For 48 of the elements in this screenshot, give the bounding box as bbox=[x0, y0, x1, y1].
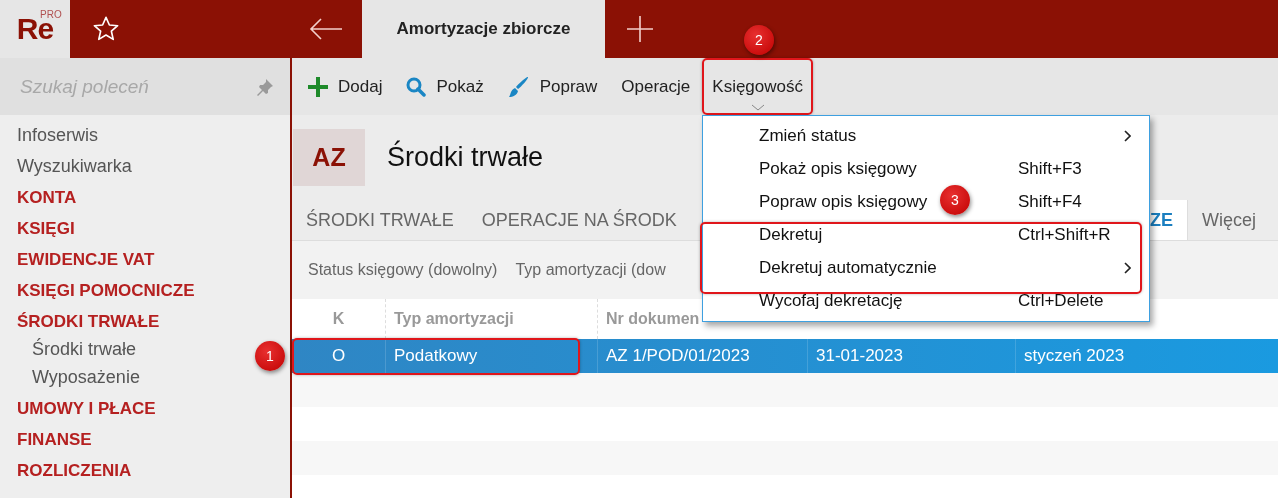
sidebar-section[interactable]: KONTA bbox=[17, 182, 77, 213]
shortcut-label: Shift+F4 bbox=[1018, 191, 1082, 212]
back-arrow-icon bbox=[309, 18, 343, 40]
pro-label: PRO bbox=[40, 9, 62, 20]
sidebar-item[interactable]: Środki trwałe bbox=[17, 334, 137, 365]
filter-chip[interactable]: Status księgowy (dowolny) bbox=[308, 261, 498, 279]
sidebar-item[interactable]: Infoserwis bbox=[17, 120, 99, 151]
sidebar-item[interactable]: Wyszukiwarka bbox=[17, 151, 132, 182]
sidebar-section[interactable]: KSIĘGI POMOCNICZE bbox=[17, 275, 195, 306]
sidebar-section[interactable]: ROZLICZENIA bbox=[17, 455, 132, 486]
star-icon[interactable] bbox=[92, 15, 120, 43]
menu-item[interactable]: Popraw opis księgowy bbox=[759, 191, 928, 212]
document-tab[interactable]: Amortyzacje zbiorcze bbox=[362, 0, 605, 58]
filter-chip[interactable]: Typ amortyzacji (dow bbox=[515, 261, 666, 279]
sidebar-section[interactable]: FINANSE bbox=[17, 424, 92, 455]
section-tab[interactable]: Więcej bbox=[1188, 200, 1270, 240]
chevron-icon bbox=[750, 104, 765, 111]
table-row[interactable]: O Podatkowy AZ 1/POD/01/2023 31-01-2023 styczeń 2023 bbox=[292, 339, 1278, 373]
toolbar-button[interactable]: Dodaj bbox=[296, 58, 395, 115]
shortcut-label: Ctrl+Shift+R bbox=[1018, 224, 1111, 245]
column-header[interactable]: K bbox=[292, 299, 385, 339]
shortcut-label: Shift+F3 bbox=[1018, 158, 1082, 179]
command-search-field[interactable]: Szukaj poleceń bbox=[18, 74, 242, 99]
plus-icon bbox=[627, 16, 653, 42]
table-cell-text: O bbox=[330, 345, 347, 367]
menu-item[interactable]: Zmień status bbox=[759, 125, 857, 146]
menu-item[interactable]: Wycofaj dekretację bbox=[759, 290, 903, 311]
menu-item[interactable]: Pokaż opis księgowy bbox=[759, 158, 917, 179]
menu-item[interactable]: Dekretuj automatycznie bbox=[759, 257, 937, 278]
sidebar-section[interactable]: EWIDENCJE VAT bbox=[17, 244, 155, 275]
sidebar-section[interactable]: ŚRODKI TRWAŁE bbox=[17, 306, 160, 337]
search-bar[interactable]: Szukaj poleceń bbox=[0, 58, 290, 115]
toolbar-button[interactable]: Pokaż bbox=[394, 58, 496, 115]
document-title: Środki trwałe bbox=[387, 142, 544, 173]
menu-item[interactable]: Dekretuj bbox=[759, 224, 823, 245]
brush-icon bbox=[507, 75, 530, 98]
document-code: AZ bbox=[293, 129, 365, 186]
sidebar-item[interactable]: Wyposażenie bbox=[17, 362, 140, 393]
sidebar-section[interactable]: UMOWY I PŁACE bbox=[17, 393, 156, 424]
shortcut-label: Ctrl+Delete bbox=[1018, 290, 1104, 311]
dropdown-button[interactable]: Księgowość bbox=[702, 58, 813, 115]
plus-icon bbox=[308, 76, 328, 97]
sidebar-section[interactable]: KSIĘGI bbox=[17, 213, 75, 244]
search-icon bbox=[406, 76, 427, 97]
section-tab[interactable]: ŚRODKI TRWAŁE bbox=[292, 200, 468, 240]
toolbar-button[interactable]: Operacje bbox=[609, 58, 703, 115]
section-tab[interactable]: OPERACJE NA ŚRODK bbox=[467, 200, 691, 240]
toolbar-button[interactable]: Popraw bbox=[495, 58, 610, 115]
